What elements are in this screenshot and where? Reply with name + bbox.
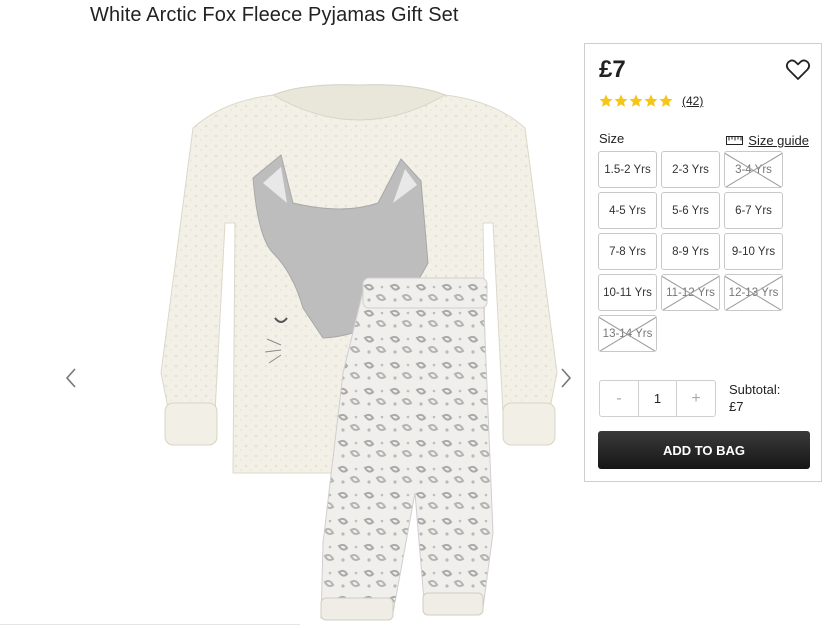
chevron-right-icon[interactable] [553, 363, 577, 393]
purchase-panel: £7 (42) Size Size guide 1.5-2 Yrs 2-3 Yrs… [584, 43, 822, 482]
size-option-button[interactable]: 10-11 Yrs [598, 274, 657, 311]
size-option-button[interactable]: 12-13 Yrs [724, 274, 783, 311]
size-option-button[interactable]: 1.5-2 Yrs [598, 151, 657, 188]
quantity-stepper: - + [599, 380, 716, 417]
add-to-bag-button[interactable]: ADD TO BAG [598, 431, 810, 469]
product-gallery [55, 45, 580, 628]
quantity-increment-button[interactable]: + [677, 381, 715, 416]
size-options: 1.5-2 Yrs 2-3 Yrs 3-4 Yrs 4-5 Yrs 5-6 Yrs 6-7… [598, 151, 810, 352]
size-option-button[interactable]: 4-5 Yrs [598, 192, 657, 229]
star-icon [599, 94, 613, 107]
rating-stars [599, 94, 673, 108]
size-option-button[interactable]: 3-4 Yrs [724, 151, 783, 188]
product-image [160, 84, 558, 621]
star-icon [644, 94, 658, 107]
review-count-link[interactable]: (42) [682, 94, 703, 108]
size-option-button[interactable]: 11-12 Yrs [661, 274, 720, 311]
quantity-decrement-button[interactable]: - [600, 381, 638, 416]
size-guide-link[interactable]: Size guide [726, 133, 809, 148]
size-option-button[interactable]: 5-6 Yrs [661, 192, 720, 229]
heart-icon[interactable] [785, 58, 811, 82]
size-option-button[interactable]: 8-9 Yrs [661, 233, 720, 270]
size-option-button[interactable]: 13-14 Yrs [598, 315, 657, 352]
price: £7 [599, 56, 626, 83]
divider [0, 624, 300, 625]
chevron-left-icon[interactable] [60, 363, 84, 393]
star-icon [659, 94, 673, 107]
ruler-icon [726, 136, 744, 145]
subtotal-label: Subtotal: [729, 382, 781, 397]
quantity-input[interactable] [638, 381, 677, 416]
star-icon [614, 94, 628, 107]
star-icon [629, 94, 643, 107]
size-option-button[interactable]: 2-3 Yrs [661, 151, 720, 188]
size-option-button[interactable]: 6-7 Yrs [724, 192, 783, 229]
size-guide-label: Size guide [748, 133, 809, 148]
size-option-button[interactable]: 7-8 Yrs [598, 233, 657, 270]
size-label: Size [599, 131, 625, 146]
subtotal-value: £7 [729, 399, 744, 414]
product-title: White Arctic Fox Fleece Pyjamas Gift Set [90, 4, 459, 26]
size-option-button[interactable]: 9-10 Yrs [724, 233, 783, 270]
